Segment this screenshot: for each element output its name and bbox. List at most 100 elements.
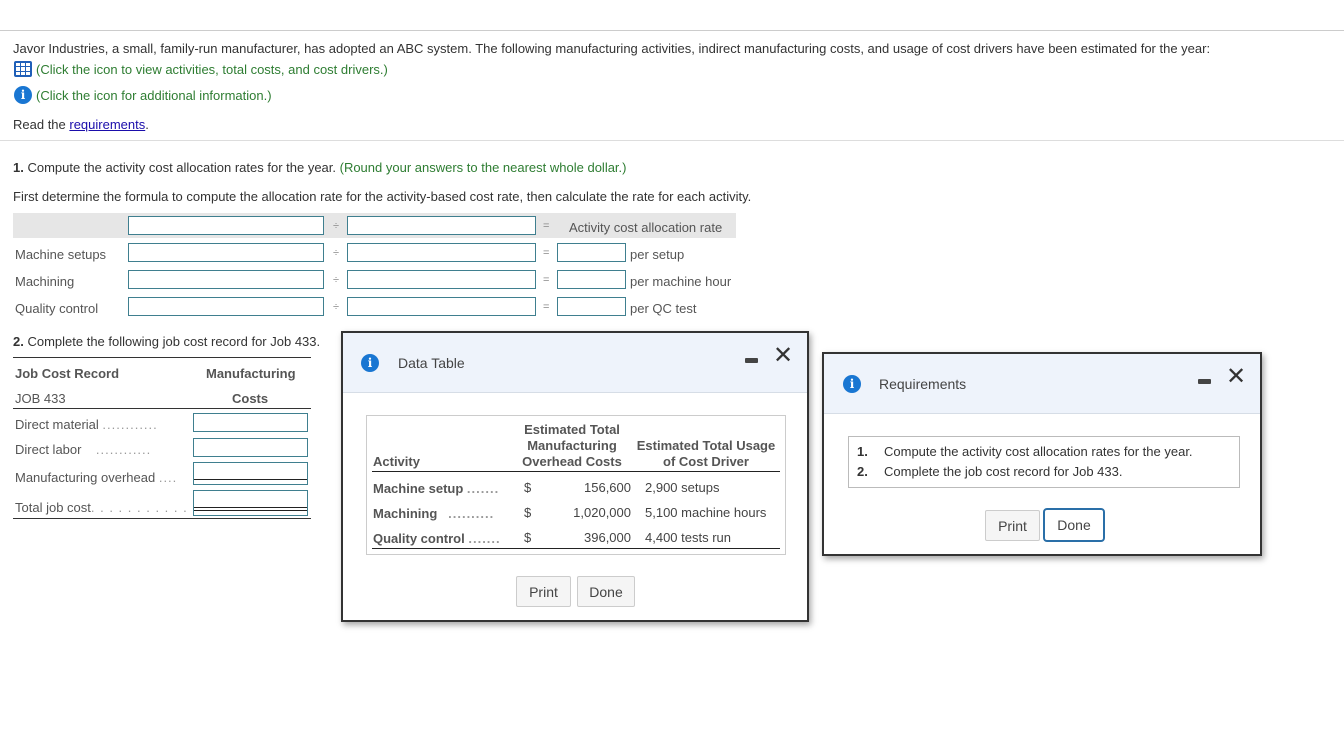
overhead-cost: 396,000	[584, 530, 631, 545]
requirement-number: 2.	[857, 464, 868, 479]
formula-result-label: Activity cost allocation rate	[569, 220, 723, 235]
requirements-list: 1. Compute the activity cost allocation …	[848, 436, 1240, 488]
info-link-text[interactable]: (Click the icon for additional informati…	[36, 88, 272, 103]
minimize-icon[interactable]	[1198, 379, 1211, 384]
print-button[interactable]: Print	[516, 576, 571, 607]
top-divider	[0, 30, 1344, 31]
jcr-header-left-1: Job Cost Record	[15, 366, 120, 381]
rate-numerator-input[interactable]	[128, 270, 324, 289]
currency-sign: $	[524, 505, 532, 520]
jcr-row-label: Direct material ............	[15, 417, 158, 432]
part1-subprompt: First determine the formula to compute t…	[13, 189, 752, 204]
jcr-row-label: Manufacturing overhead ....	[15, 470, 177, 485]
rate-unit-label: per machine hour	[630, 274, 732, 289]
rate-numerator-input[interactable]	[128, 297, 324, 316]
done-button[interactable]: Done	[1043, 508, 1105, 542]
formula-denominator-input[interactable]	[347, 216, 536, 235]
data-table-dialog: i Data Table ✕ Estimated Total Manufactu…	[341, 331, 809, 622]
driver-usage: 2,900 setups	[645, 480, 720, 495]
driver-usage: 4,400 tests run	[645, 530, 731, 545]
direct-labor-input[interactable]	[193, 438, 308, 457]
dialog-header: i Requirements ✕	[824, 354, 1260, 414]
rate-unit-label: per QC test	[630, 301, 697, 316]
info-link[interactable]: i (Click the icon for additional informa…	[14, 86, 272, 104]
jcr-row-label-text: Manufacturing overhead	[15, 470, 156, 485]
leader-dots: .......	[466, 481, 500, 496]
jcr-header-right-2: Costs	[232, 391, 269, 406]
divide-sign: ÷	[333, 301, 340, 313]
read-requirements: Read the requirements.	[13, 117, 149, 132]
footer-rule	[372, 548, 780, 549]
data-table: Estimated Total Manufacturing Overhead C…	[366, 415, 786, 555]
info-icon[interactable]: i	[14, 86, 32, 104]
jcr-header-rule	[13, 408, 311, 409]
dialog-header: i Data Table ✕	[343, 333, 807, 393]
col-header-costs-3: Overhead Costs	[522, 454, 622, 469]
rate-unit-label: per setup	[630, 247, 685, 262]
driver-usage: 5,100 machine hours	[645, 505, 767, 520]
manufacturing-overhead-input[interactable]	[193, 462, 308, 485]
leader-dots: ............	[102, 417, 158, 432]
activity-name-text: Machining	[373, 506, 438, 521]
divide-sign: ÷	[333, 220, 340, 232]
equals-sign: =	[543, 274, 550, 286]
leader-dots: ............	[95, 442, 152, 457]
jcr-bottom-rule	[13, 518, 311, 519]
jcr-row-label-text: Total job cost	[15, 500, 91, 515]
print-button[interactable]: Print	[985, 510, 1040, 541]
rate-result-input[interactable]	[557, 243, 626, 262]
read-prefix: Read the	[13, 117, 70, 132]
col-header-usage-2: of Cost Driver	[663, 454, 749, 469]
requirement-text: Complete the job cost record for Job 433…	[884, 464, 1123, 479]
divide-sign: ÷	[333, 247, 340, 259]
activity-name-text: Machine setup	[373, 481, 464, 496]
requirement-number: 1.	[857, 444, 868, 459]
close-icon[interactable]: ✕	[1226, 364, 1246, 388]
jcr-top-rule	[13, 357, 311, 358]
equals-sign: =	[543, 220, 550, 232]
info-icon: i	[361, 354, 379, 372]
data-table-link[interactable]: (Click the icon to view activities, tota…	[14, 61, 388, 77]
info-icon: i	[843, 375, 861, 393]
part1-prompt: 1. Compute the activity cost allocation …	[13, 160, 627, 175]
col-header-costs-2: Manufacturing	[527, 438, 617, 453]
minimize-icon[interactable]	[745, 358, 758, 363]
currency-sign: $	[524, 530, 532, 545]
leader-dots: ....	[158, 470, 178, 485]
part2-prompt: 2. Complete the following job cost recor…	[13, 334, 320, 349]
dialog-title: Requirements	[879, 376, 967, 392]
requirement-text: Compute the activity cost allocation rat…	[884, 444, 1193, 459]
rate-result-input[interactable]	[557, 297, 626, 316]
data-table-link-text[interactable]: (Click the icon to view activities, tota…	[36, 62, 388, 77]
requirements-link[interactable]: requirements	[69, 117, 145, 132]
currency-sign: $	[524, 480, 532, 495]
activity-name: Quality control .......	[373, 531, 501, 546]
data-table-icon[interactable]	[14, 61, 32, 77]
jcr-header-left-2: JOB 433	[15, 391, 66, 406]
close-icon[interactable]: ✕	[773, 343, 793, 367]
rate-denominator-input[interactable]	[347, 297, 536, 316]
col-header-usage-1: Estimated Total Usage	[636, 438, 776, 453]
total-job-cost-input[interactable]	[193, 490, 308, 516]
rate-numerator-input[interactable]	[128, 243, 324, 262]
section-divider	[0, 140, 1344, 141]
formula-numerator-input[interactable]	[128, 216, 324, 235]
part1-prompt-text: Compute the activity cost allocation rat…	[23, 160, 336, 175]
requirements-dialog: i Requirements ✕ 1. Compute the activity…	[822, 352, 1262, 556]
rate-denominator-input[interactable]	[347, 243, 536, 262]
leader-dots: .......	[468, 531, 501, 546]
done-button[interactable]: Done	[577, 576, 635, 607]
jcr-row-label-text: Direct labor	[15, 442, 82, 457]
divide-sign: ÷	[333, 274, 340, 286]
overhead-cost: 156,600	[584, 480, 631, 495]
col-header-activity: Activity	[373, 454, 420, 469]
activity-name: Machining ..........	[373, 506, 494, 521]
equals-sign: =	[543, 301, 550, 313]
jcr-row-label: Direct labor ............	[15, 442, 151, 457]
equals-sign: =	[543, 247, 550, 259]
direct-material-input[interactable]	[193, 413, 308, 432]
rate-row-label: Quality control	[15, 301, 99, 316]
rate-result-input[interactable]	[557, 270, 626, 289]
dialog-title: Data Table	[398, 355, 465, 371]
rate-denominator-input[interactable]	[347, 270, 536, 289]
